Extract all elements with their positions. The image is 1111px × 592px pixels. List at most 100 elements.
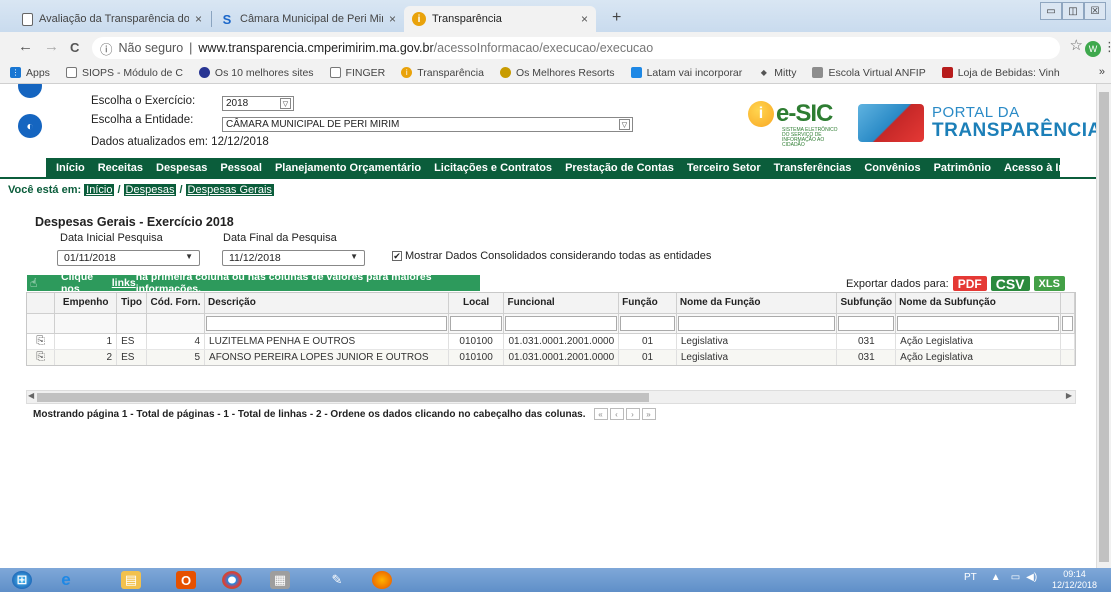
browser-tab-camara[interactable]: S Câmara Municipal de Peri Mirim × — [212, 6, 404, 32]
bookmarks-overflow-button[interactable]: » — [1099, 66, 1105, 78]
document-arrow-icon[interactable]: ⎘ — [36, 335, 45, 347]
close-window-button[interactable]: ☒ — [1084, 2, 1106, 20]
filter-descricao-input[interactable] — [206, 315, 447, 331]
language-indicator[interactable]: PT — [964, 572, 977, 583]
cell-empenho[interactable]: 1 — [54, 333, 118, 350]
menu-receitas[interactable]: Receitas — [98, 162, 143, 174]
bookmark-siops[interactable]: SIOPS - Módulo de C — [65, 67, 183, 79]
chrome-icon[interactable] — [222, 571, 242, 589]
grid-horizontal-scrollbar[interactable]: ◀ ▶ — [26, 390, 1076, 404]
browser-tab-avaliacao[interactable]: Avaliação da Transparência dos × — [14, 6, 210, 32]
menu-pessoal[interactable]: Pessoal — [220, 162, 262, 174]
pager-next-button[interactable]: › — [625, 408, 640, 420]
scroll-thumb[interactable] — [1099, 92, 1109, 562]
bookmark-anfip[interactable]: Escola Virtual ANFIP — [812, 67, 926, 79]
breadcrumb-despesas[interactable]: Despesas — [123, 184, 177, 196]
bookmark-transparencia[interactable]: i Transparência — [401, 67, 484, 79]
consolidado-checkbox[interactable]: ✔ — [392, 251, 402, 261]
menu-prestacao[interactable]: Prestação de Contas — [565, 162, 674, 174]
bookmark-apps[interactable]: ⋮ Apps — [10, 67, 50, 79]
info-circle-icon[interactable]: ⓘ — [100, 39, 113, 58]
exercicio-select[interactable]: 2018 ▽ — [222, 96, 294, 111]
profile-avatar[interactable]: W — [1085, 41, 1101, 57]
row-detail-cell[interactable]: ⎘ — [27, 333, 56, 350]
scroll-right-icon[interactable]: ▶ — [1066, 391, 1072, 400]
minimize-button[interactable]: ▭ — [1040, 2, 1062, 20]
bookmark-finger[interactable]: FINGER — [329, 67, 385, 79]
table-row[interactable]: ⎘ 2 ES 5 AFONSO PEREIRA LOPES JUNIOR E O… — [27, 349, 1075, 365]
clock[interactable]: 09:14 12/12/2018 — [1052, 569, 1097, 591]
menu-terceiro-setor[interactable]: Terceiro Setor — [687, 162, 761, 174]
forward-button[interactable]: → — [44, 38, 59, 55]
document-arrow-icon[interactable]: ⎘ — [36, 351, 45, 363]
accessibility-icon[interactable]: ◐ — [18, 114, 42, 138]
new-tab-button[interactable]: + — [612, 9, 621, 27]
menu-patrimonio[interactable]: Patrimônio — [934, 162, 991, 174]
file-explorer-icon[interactable]: ▤ — [121, 571, 141, 589]
bookmark-latam[interactable]: Latam vai incorporar — [630, 67, 742, 79]
url-input[interactable]: ⓘ Não seguro | www.transparencia.cmperim… — [92, 37, 1060, 59]
pager-prev-button[interactable]: ‹ — [609, 408, 624, 420]
menu-planejamento[interactable]: Planejamento Orçamentário — [275, 162, 421, 174]
col-header-subfuncao[interactable]: Subfunção — [836, 293, 897, 314]
bookmark-sites[interactable]: Os 10 melhores sites — [198, 67, 314, 79]
menu-transferencias[interactable]: Transferências — [774, 162, 852, 174]
menu-despesas[interactable]: Despesas — [156, 162, 207, 174]
esic-logo[interactable]: i e-SIC SISTEMA ELETRÔNICO DO SERVIÇO DE… — [748, 100, 838, 148]
export-csv-button[interactable]: CSV — [990, 276, 1030, 292]
col-header-local[interactable]: Local — [448, 293, 505, 314]
col-header-descricao[interactable]: Descrição — [204, 293, 449, 314]
cell-empenho[interactable]: 2 — [54, 349, 118, 365]
data-final-picker[interactable]: 11/12/2018 ▼ — [222, 250, 365, 266]
scroll-thumb[interactable] — [37, 393, 649, 402]
breadcrumb-inicio[interactable]: Início — [84, 184, 115, 196]
entidade-select[interactable]: CÂMARA MUNICIPAL DE PERI MIRIM ▽ — [222, 117, 633, 132]
filter-funcao-input[interactable] — [620, 315, 675, 331]
page-vertical-scrollbar[interactable] — [1096, 84, 1111, 568]
col-header-nome-funcao[interactable]: Nome da Função — [676, 293, 838, 314]
info-link[interactable]: links — [112, 277, 136, 289]
windows-start-icon[interactable]: ⊞ — [12, 571, 32, 589]
bookmark-resorts[interactable]: Os Melhores Resorts — [499, 67, 615, 79]
col-header-funcao[interactable]: Função — [618, 293, 677, 314]
reload-button[interactable]: C — [70, 40, 79, 55]
bookmark-bebidas[interactable]: Loja de Bebidas: Vinh — [941, 67, 1060, 79]
pager-last-button[interactable]: » — [641, 408, 656, 420]
col-header-funcional[interactable]: Funcional — [503, 293, 620, 314]
tab-close-button[interactable]: × — [581, 12, 588, 26]
col-header-cod-forn[interactable]: Cód. Forn. — [146, 293, 206, 314]
outlook-icon[interactable]: O — [176, 571, 196, 589]
ie-browser-icon[interactable]: e — [56, 570, 76, 589]
scroll-left-icon[interactable]: ◀ — [28, 391, 34, 400]
paint-icon[interactable]: ✎ — [327, 571, 347, 589]
tab-close-button[interactable]: × — [195, 12, 202, 26]
menu-licitacoes[interactable]: Licitações e Contratos — [434, 162, 552, 174]
filter-funcional-input[interactable] — [505, 315, 618, 331]
col-header-tipo[interactable]: Tipo — [116, 293, 148, 314]
export-xls-button[interactable]: XLS — [1033, 276, 1065, 291]
filter-local-input[interactable] — [449, 315, 503, 331]
back-button[interactable]: ← — [18, 38, 33, 55]
breadcrumb-despesas-gerais[interactable]: Despesas Gerais — [185, 184, 274, 196]
bookmark-star-icon[interactable]: ☆ — [1070, 36, 1083, 54]
filter-nome-subfuncao-input[interactable] — [897, 315, 1059, 331]
bookmark-mitty[interactable]: ◆ Mitty — [758, 67, 797, 79]
network-icon[interactable]: ▭ — [1011, 572, 1020, 583]
menu-kebab-icon[interactable]: ⋮ — [1103, 39, 1111, 55]
tray-up-arrow-icon[interactable]: ▲ — [991, 572, 1001, 583]
maximize-button[interactable]: ◫ — [1062, 2, 1084, 20]
tab-close-button[interactable]: × — [389, 12, 396, 26]
calculator-icon[interactable]: ▦ — [270, 571, 290, 589]
volume-icon[interactable]: ◀) — [1026, 572, 1037, 583]
filter-subfuncao-input[interactable] — [838, 315, 895, 331]
col-header-empenho[interactable]: Empenho — [54, 293, 118, 314]
table-row[interactable]: ⎘ 1 ES 4 LUZITELMA PENHA E OUTROS 010100… — [27, 333, 1075, 350]
filter-nome-funcao-input[interactable] — [677, 315, 836, 331]
row-detail-cell[interactable]: ⎘ — [27, 349, 56, 365]
col-header-nome-subfuncao[interactable]: Nome da Subfunção — [895, 293, 1061, 314]
filter-extra-input[interactable] — [1062, 315, 1073, 331]
firefox-icon[interactable] — [372, 571, 392, 589]
menu-inicio[interactable]: Início — [56, 162, 85, 174]
browser-tab-transparencia[interactable]: i Transparência × — [404, 6, 596, 32]
export-pdf-button[interactable]: PDF — [952, 276, 987, 291]
